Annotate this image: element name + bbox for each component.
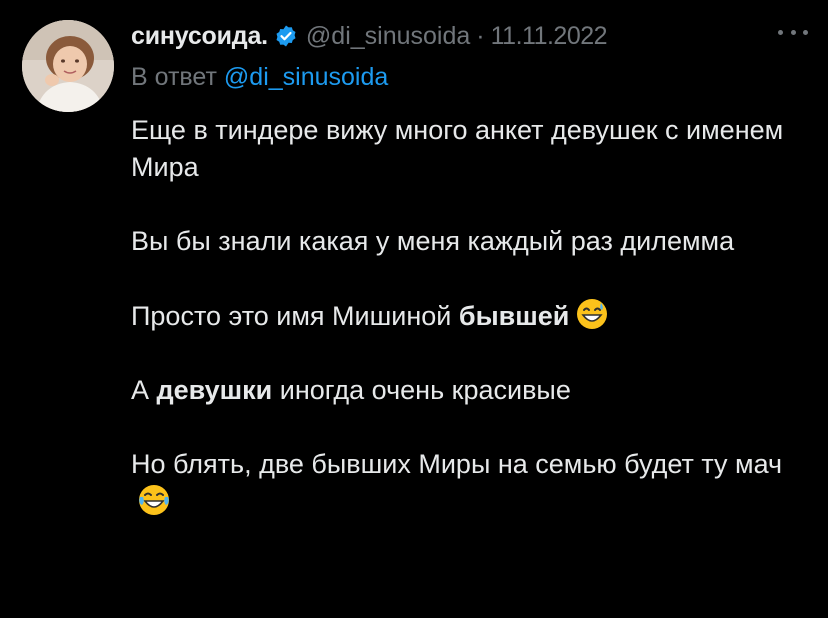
avatar[interactable] — [22, 20, 114, 112]
tweet-text: Еще в тиндере вижу много анкет девушек с… — [131, 112, 811, 558]
more-dot — [790, 29, 796, 35]
paragraph-4-lead: А — [131, 375, 157, 405]
handle[interactable]: @di_sinusoida — [306, 22, 470, 51]
paragraph-4-rest: иногда очень красивые — [272, 375, 571, 405]
more-dot — [778, 29, 783, 35]
reply-prefix: В ответ — [131, 63, 217, 91]
tweet-date[interactable]: 11.11.2022 — [491, 22, 608, 51]
paragraph-3: Просто это имя Мишиной бывшей — [131, 297, 811, 335]
reply-handle-link[interactable]: @di_sinusoida — [224, 63, 388, 91]
face-with-tears-of-joy-icon — [137, 483, 171, 517]
tweet-header: синусоида. @di_sinusoida · 11.11.2022 — [131, 18, 811, 54]
paragraph-5-text: Но блять, две бывших Миры на семью будет… — [131, 449, 783, 479]
tweet[interactable]: синусоида. @di_sinusoida · 11.11.2022 В … — [0, 0, 828, 618]
bold-word-byvshey: бывшей — [458, 301, 570, 331]
separator-dot: · — [476, 21, 485, 50]
more-dot — [803, 29, 808, 35]
display-name[interactable]: синусоида. — [131, 22, 268, 51]
paragraph-2: Вы бы знали какая у меня каждый раз диле… — [131, 226, 735, 256]
reply-to-line: В ответ @di_sinusoida — [131, 63, 388, 92]
bold-word-devushki: девушки — [156, 375, 273, 405]
paragraph-4: А девушки иногда очень красивые — [131, 372, 811, 409]
grinning-face-with-sweat-icon — [575, 297, 609, 331]
paragraph-3-text: Просто это имя Мишиной — [131, 301, 459, 331]
paragraph-1: Еще в тиндере вижу много анкет девушек с… — [131, 115, 784, 182]
verified-badge-icon — [274, 24, 298, 48]
paragraph-5: Но блять, две бывших Миры на семью будет… — [131, 446, 811, 521]
more-horizontal-icon[interactable] — [778, 22, 808, 42]
